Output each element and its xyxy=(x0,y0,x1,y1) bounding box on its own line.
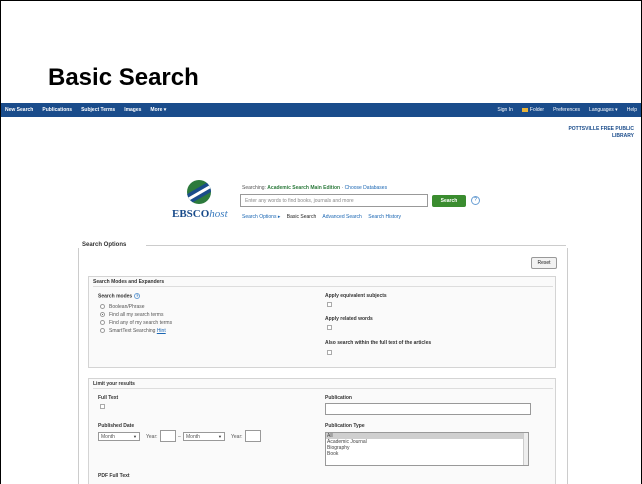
radio-boolean-phrase[interactable] xyxy=(100,304,105,309)
mode-label: Boolean/Phrase xyxy=(109,304,145,310)
folder-icon xyxy=(521,107,528,112)
expander-label: Also search within the full text of the … xyxy=(325,340,432,346)
checkbox-related-words[interactable] xyxy=(327,325,332,330)
month-to-select[interactable]: Month ▼ xyxy=(183,432,225,441)
nav-folder-label: Folder xyxy=(529,107,545,113)
ebsco-logo-icon xyxy=(187,180,211,204)
year-label: Year: xyxy=(231,434,243,440)
database-name: Academic Search Main Edition xyxy=(267,185,341,191)
nav-new-search[interactable]: New Search xyxy=(5,107,33,113)
help-icon[interactable]: ? xyxy=(134,293,141,299)
divider xyxy=(146,245,566,246)
checkbox-full-text-search[interactable] xyxy=(327,350,332,355)
mode-label: Find all my search terms xyxy=(109,312,164,318)
divider xyxy=(93,388,553,389)
date-range-dash: – xyxy=(178,434,181,440)
expander-label: Apply equivalent subjects xyxy=(325,293,387,299)
nav-sign-in[interactable]: Sign In xyxy=(497,107,513,113)
list-item[interactable]: Book xyxy=(326,451,528,457)
nav-preferences[interactable]: Preferences xyxy=(553,107,580,113)
hint-link[interactable]: Hint xyxy=(157,328,166,334)
advanced-search-link[interactable]: Advanced Search xyxy=(322,214,361,220)
nav-more-menu[interactable]: More ▾ xyxy=(150,107,166,113)
basic-search-link[interactable]: Basic Search xyxy=(287,214,316,220)
nav-publications[interactable]: Publications xyxy=(42,107,72,113)
year-label: Year: xyxy=(146,434,158,440)
published-date-label: Published Date xyxy=(98,423,135,429)
search-options-link[interactable]: Search Options ▸ xyxy=(242,214,280,220)
divider xyxy=(93,286,553,287)
full-text-label: Full Text xyxy=(98,395,119,401)
library-name: POTTSVILLE FREE PUBLIC LIBRARY xyxy=(568,126,634,139)
section-title: Limit your results xyxy=(93,381,135,387)
select-value: Month xyxy=(101,434,115,440)
nav-languages-menu[interactable]: Languages ▾ xyxy=(589,107,618,113)
checkbox-full-text[interactable] xyxy=(100,404,105,409)
search-input[interactable]: Enter any words to find books, journals … xyxy=(240,194,428,207)
select-value: Month xyxy=(186,434,200,440)
publication-label: Publication xyxy=(325,395,352,401)
mode-smarttext-row: SmartText Searching Hint xyxy=(109,328,166,334)
section-title: Search Modes and Expanders xyxy=(93,279,165,285)
search-links: Search Options ▸ Basic Search Advanced S… xyxy=(242,214,406,220)
chevron-down-icon: ▼ xyxy=(218,434,222,439)
radio-find-any[interactable] xyxy=(100,320,105,325)
search-button[interactable]: Search xyxy=(432,195,466,207)
mode-label: SmartText Searching xyxy=(109,328,156,334)
publication-input[interactable] xyxy=(325,403,531,415)
month-from-select[interactable]: Month ▼ xyxy=(98,432,140,441)
year-from-input[interactable] xyxy=(160,430,176,442)
nav-images[interactable]: Images xyxy=(124,107,141,113)
top-nav-bar: New Search Publications Subject Terms Im… xyxy=(1,103,641,117)
radio-find-all[interactable] xyxy=(100,312,105,317)
reset-button[interactable]: Reset xyxy=(531,257,557,269)
logo-brand: EBSCO xyxy=(172,208,210,220)
mode-label: Find any of my search terms xyxy=(109,320,173,326)
publication-type-label: Publication Type xyxy=(325,423,365,429)
chevron-down-icon: ▼ xyxy=(133,434,137,439)
choose-databases-link[interactable]: Choose Databases xyxy=(345,185,388,191)
slide-title: Basic Search xyxy=(48,64,199,91)
ebscohost-logo: EBSCOhost xyxy=(172,208,228,220)
expander-label: Apply related words xyxy=(325,316,373,322)
searching-line: Searching: Academic Search Main Edition … xyxy=(242,185,388,191)
help-icon[interactable]: ? xyxy=(471,196,480,205)
nav-help[interactable]: Help xyxy=(627,107,637,113)
searching-label: Searching: xyxy=(242,185,266,191)
nav-subject-terms[interactable]: Subject Terms xyxy=(81,107,115,113)
limit-results-section: Limit your results xyxy=(88,378,556,484)
pdf-full-text-label: PDF Full Text xyxy=(98,473,130,479)
nav-folder[interactable]: Folder xyxy=(521,107,545,113)
search-modes-label-text: Search modes xyxy=(98,293,133,300)
search-modes-label: Search modes? xyxy=(98,293,141,300)
radio-smarttext[interactable] xyxy=(100,328,105,333)
logo-host: host xyxy=(209,208,228,220)
publication-type-listbox[interactable]: All Academic Journal Biography Book xyxy=(325,432,529,466)
checkbox-equivalent-subjects[interactable] xyxy=(327,302,332,307)
scrollbar[interactable] xyxy=(523,433,528,465)
year-to-input[interactable] xyxy=(245,430,261,442)
search-history-link[interactable]: Search History xyxy=(368,214,401,220)
